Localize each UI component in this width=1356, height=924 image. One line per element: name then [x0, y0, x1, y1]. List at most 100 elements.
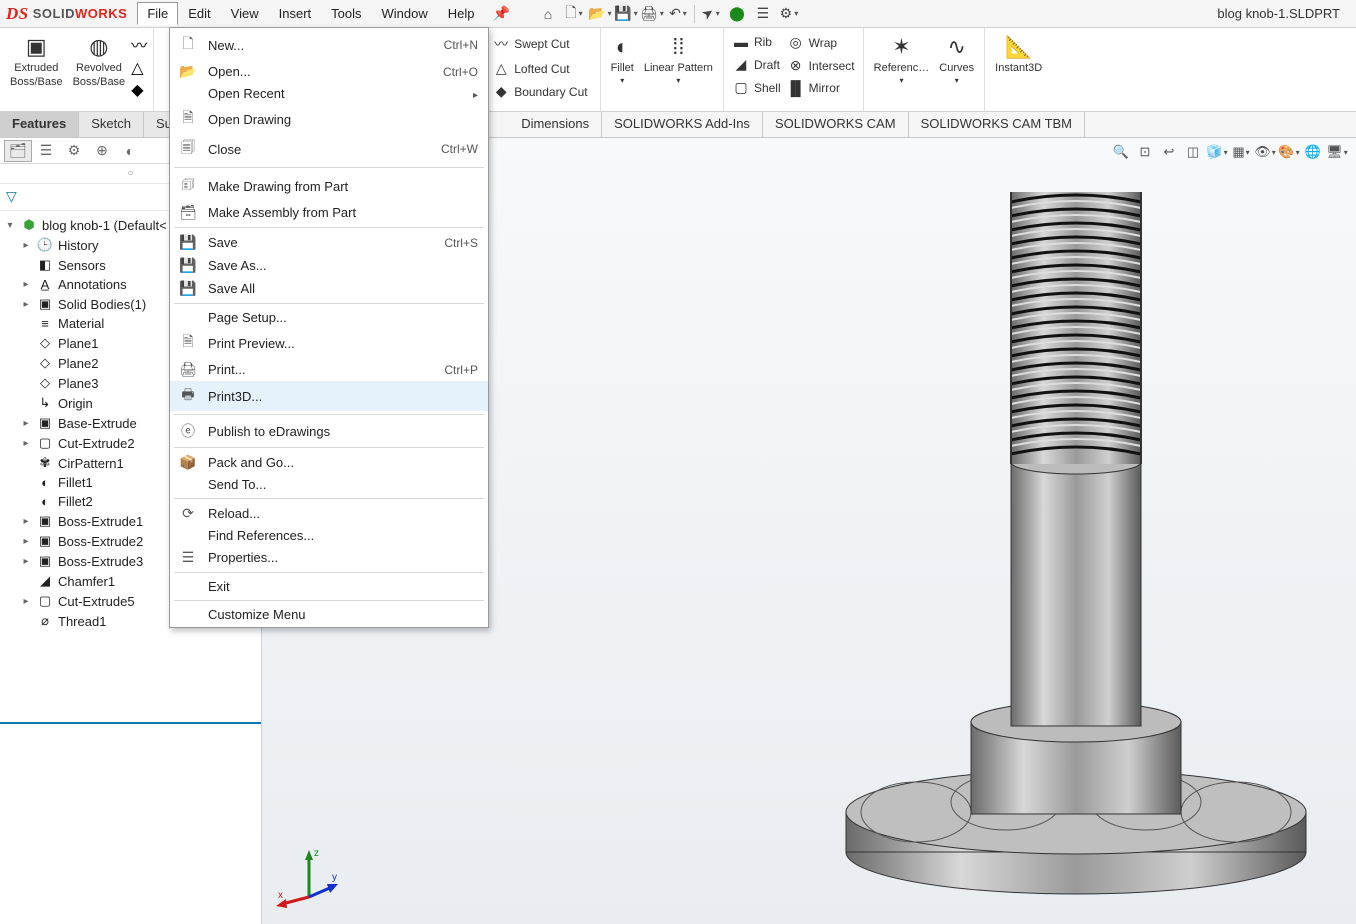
file-menu-item[interactable]: 🗊Make Drawing from Part	[170, 171, 488, 201]
home-icon[interactable]: ⌂	[536, 3, 560, 25]
new-doc-icon[interactable]: 🗋	[562, 3, 586, 25]
svg-text:x: x	[278, 890, 283, 901]
file-menu-item[interactable]: Send To...	[170, 474, 488, 495]
print-icon[interactable]: 🖨	[640, 3, 664, 25]
file-menu-item[interactable]: 💾Save As...	[170, 254, 488, 277]
menu-view[interactable]: View	[221, 2, 269, 25]
hide-show-icon[interactable]: 👁	[1254, 142, 1276, 162]
tab-features[interactable]: Features	[0, 112, 79, 137]
lofted-boss-icon[interactable]: △	[131, 58, 147, 78]
file-menu-item[interactable]: 💾SaveCtrl+S	[170, 231, 488, 254]
app-logo: DS SOLIDWORKS	[4, 4, 137, 24]
tab-camtbm[interactable]: SOLIDWORKS CAM TBM	[909, 112, 1085, 137]
file-menu-item[interactable]: 🗎Print Preview...	[170, 328, 488, 358]
quick-access-toolbar: ⌂ 🗋 📂 💾 🖨 ↶ ➤ ⬤ ☰ ⚙	[536, 3, 801, 25]
zoom-fit-icon[interactable]: 🔍	[1110, 142, 1132, 162]
swept-boss-icon[interactable]: 〰	[131, 32, 147, 56]
file-menu-item[interactable]: 🖨Print...Ctrl+P	[170, 358, 488, 381]
previous-view-icon[interactable]: ↩	[1158, 142, 1180, 162]
menu-file[interactable]: File	[137, 2, 178, 25]
svg-text:z: z	[314, 848, 319, 859]
file-menu-item[interactable]: 🗐CloseCtrl+W	[170, 134, 488, 164]
undo-icon[interactable]: ↶	[666, 3, 690, 25]
filter-icon: ▽	[6, 188, 17, 204]
boundary-boss-icon[interactable]: ◆	[131, 80, 147, 100]
mirror-button[interactable]: ▐▌Mirror	[785, 78, 857, 98]
draft-button[interactable]: ◢Draft	[730, 54, 783, 75]
file-menu-item[interactable]: Customize Menu	[170, 604, 488, 625]
ribbon-group-pattern: ◐Fillet▾ ⁞⁞Linear Pattern▾	[601, 28, 724, 111]
ribbon-group-boss: ▣Extruded Boss/Base ◍Revolved Boss/Base …	[0, 28, 154, 111]
view-triad[interactable]: z x y	[274, 842, 344, 912]
dimxpert-tab-icon[interactable]: ⊕	[88, 140, 116, 162]
svg-text:y: y	[332, 872, 337, 883]
wrap-button[interactable]: ◎Wrap	[785, 32, 857, 53]
zoom-area-icon[interactable]: ⊡	[1134, 142, 1156, 162]
model-view	[836, 182, 1316, 902]
save-icon[interactable]: 💾	[614, 3, 638, 25]
view-orientation-icon[interactable]: 🧊	[1206, 142, 1228, 162]
linear-pattern-button[interactable]: ⁞⁞Linear Pattern▾	[640, 32, 717, 87]
file-menu-item[interactable]: 📦Pack and Go...	[170, 451, 488, 474]
rollback-bar[interactable]	[0, 722, 261, 724]
select-icon[interactable]: ➤	[699, 3, 723, 25]
intersect-button[interactable]: ⊗Intersect	[785, 55, 857, 76]
lofted-cut-button[interactable]: △Lofted Cut	[490, 58, 589, 79]
swept-cut-button[interactable]: 〰Swept Cut	[490, 32, 589, 56]
file-menu-item[interactable]: Page Setup...	[170, 307, 488, 328]
tab-sketch[interactable]: Sketch	[79, 112, 144, 137]
boundary-cut-button[interactable]: ◆Boundary Cut	[490, 81, 589, 102]
ribbon-group-features: ▬Rib ◢Draft ▢Shell ◎Wrap ⊗Intersect ▐▌Mi…	[724, 28, 864, 111]
file-menu-item[interactable]: ⓔPublish to eDrawings	[170, 418, 488, 444]
file-menu-item[interactable]: ⟳Reload...	[170, 502, 488, 525]
feature-tree-tab-icon[interactable]: 🗂	[4, 140, 32, 162]
file-menu-item[interactable]: 📂Open...Ctrl+O	[170, 60, 488, 83]
file-menu-item[interactable]: 🖶Print3D...	[170, 381, 488, 411]
edit-appearance-icon[interactable]: 🎨	[1278, 142, 1300, 162]
open-doc-icon[interactable]: 📂	[588, 3, 612, 25]
file-menu-item[interactable]: 🗎Open Drawing	[170, 104, 488, 134]
separator	[694, 5, 695, 23]
curves-button[interactable]: ∿Curves▾	[935, 32, 978, 87]
document-title: blog knob-1.SLDPRT	[1217, 6, 1356, 21]
file-menu-item[interactable]: 💾Save All	[170, 277, 488, 300]
menu-help[interactable]: Help	[438, 2, 485, 25]
configuration-tab-icon[interactable]: ⚙	[60, 140, 88, 162]
file-menu-item[interactable]: 🗃Make Assembly from Part	[170, 201, 488, 224]
apply-scene-icon[interactable]: 🌐	[1302, 142, 1324, 162]
menu-insert[interactable]: Insert	[269, 2, 322, 25]
menu-tools[interactable]: Tools	[321, 2, 371, 25]
instant3d-button[interactable]: 📐Instant3D	[991, 32, 1046, 78]
ribbon-group-cut: 〰Swept Cut △Lofted Cut ◆Boundary Cut	[484, 28, 600, 111]
file-menu-item[interactable]: ☰Properties...	[170, 546, 488, 569]
settings-icon[interactable]: ⚙	[777, 3, 801, 25]
file-menu-item[interactable]: Find References...	[170, 525, 488, 546]
ribbon-group-instant3d: 📐Instant3D	[985, 28, 1052, 111]
fillet-button[interactable]: ◐Fillet▾	[607, 32, 638, 87]
file-menu-item[interactable]: Open Recent	[170, 83, 488, 104]
menu-bar: DS SOLIDWORKS File Edit View Insert Tool…	[0, 0, 1356, 28]
tab-addins[interactable]: SOLIDWORKS Add-Ins	[602, 112, 763, 137]
file-menu-item[interactable]: Exit	[170, 576, 488, 597]
pin-icon[interactable]: 📌	[485, 5, 518, 22]
file-menu-item[interactable]: 🗋New...Ctrl+N	[170, 30, 488, 60]
ribbon-group-reference: ✶Referenc…▾ ∿Curves▾	[864, 28, 985, 111]
section-view-icon[interactable]: ◫	[1182, 142, 1204, 162]
tab-cam[interactable]: SOLIDWORKS CAM	[763, 112, 909, 137]
options-list-icon[interactable]: ☰	[751, 3, 775, 25]
display-style-icon[interactable]: ▦	[1230, 142, 1252, 162]
view-settings-icon[interactable]: 🖥	[1326, 142, 1348, 162]
rib-button[interactable]: ▬Rib	[730, 32, 783, 52]
file-menu-dropdown: 🗋New...Ctrl+N📂Open...Ctrl+OOpen Recent🗎O…	[169, 27, 489, 628]
display-tab-icon[interactable]: ◐	[116, 140, 144, 162]
shell-button[interactable]: ▢Shell	[730, 77, 783, 98]
tab-dimensions[interactable]: Dimensions	[509, 112, 602, 137]
menu-window[interactable]: Window	[372, 2, 438, 25]
reference-geometry-button[interactable]: ✶Referenc…▾	[870, 32, 934, 87]
heads-up-view-toolbar: 🔍 ⊡ ↩ ◫ 🧊 ▦ 👁 🎨 🌐 🖥	[1110, 142, 1348, 162]
property-manager-tab-icon[interactable]: ☰	[32, 140, 60, 162]
menu-edit[interactable]: Edit	[178, 2, 220, 25]
rebuild-icon[interactable]: ⬤	[725, 3, 749, 25]
revolved-boss-button[interactable]: ◍Revolved Boss/Base	[69, 32, 130, 100]
extruded-boss-button[interactable]: ▣Extruded Boss/Base	[6, 32, 67, 100]
